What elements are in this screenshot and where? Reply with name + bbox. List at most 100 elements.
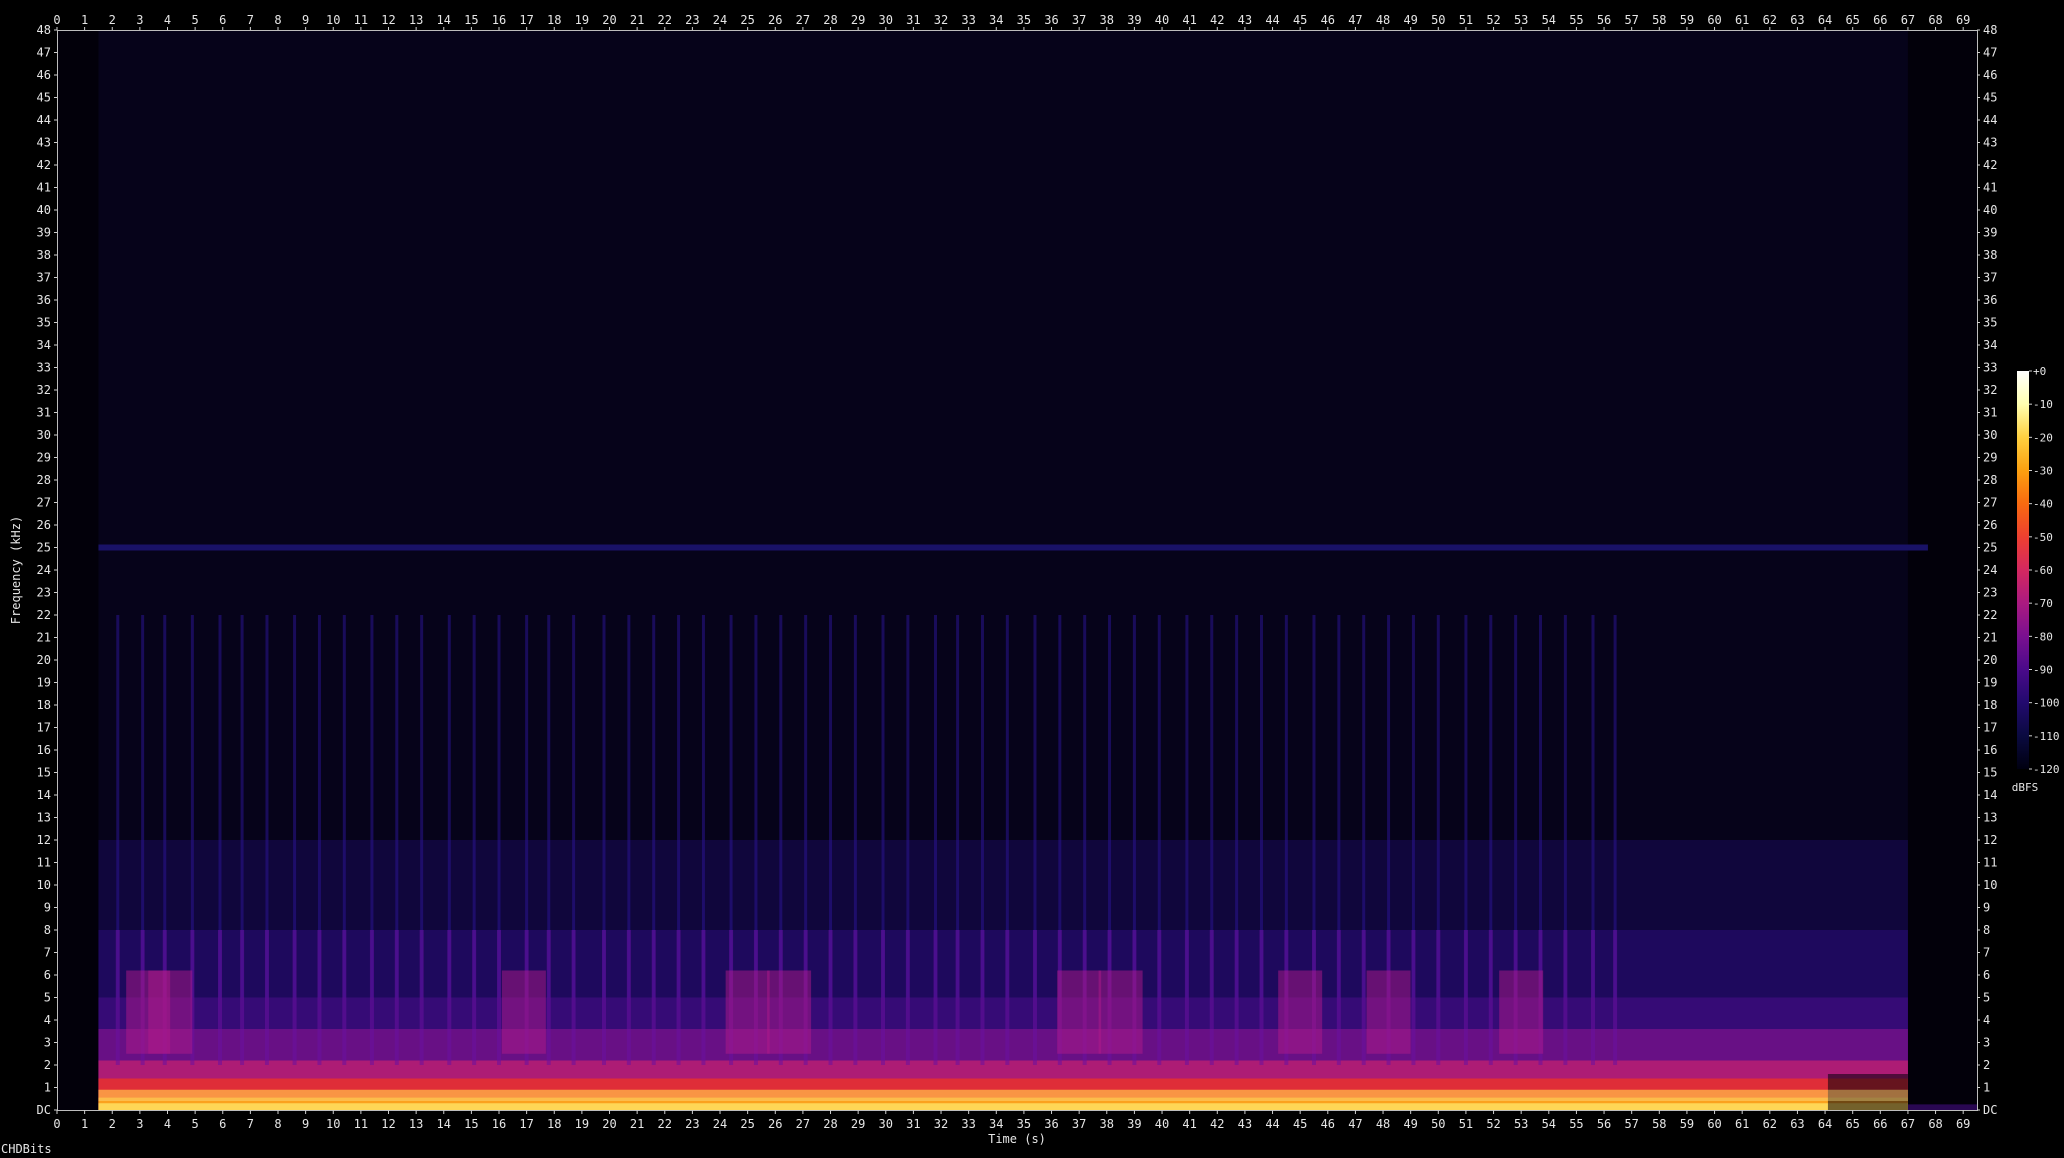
x-tick-label: 24: [713, 13, 727, 27]
x-tick-label: 49: [1403, 13, 1417, 27]
x-tick-label: 27: [796, 1117, 810, 1131]
x-tick-label: 28: [823, 1117, 837, 1131]
x-tick-label: 19: [575, 13, 589, 27]
x-tick-label: 10: [326, 1117, 340, 1131]
y-tick-label: 35: [37, 316, 51, 330]
x-tick-label: 31: [906, 13, 920, 27]
x-tick-label: 36: [1044, 13, 1058, 27]
y-tick-label: 3: [44, 1036, 51, 1050]
y-tick-label: 21: [1983, 631, 1997, 645]
y-tick-label: 34: [1983, 338, 1997, 352]
x-tick-label: 66: [1873, 13, 1887, 27]
x-tick-label: 61: [1735, 1117, 1749, 1131]
y-tick-label: 7: [44, 946, 51, 960]
y-tick-label: 12: [1983, 833, 1997, 847]
onset-body: [1411, 930, 1416, 1065]
x-tick-label: 61: [1735, 13, 1749, 27]
onset-body: [217, 930, 222, 1065]
x-tick-label: 22: [658, 13, 672, 27]
y-tick-label: 35: [1983, 316, 1997, 330]
x-tick-label: 43: [1238, 1117, 1252, 1131]
onset-body: [1563, 930, 1568, 1065]
x-tick-label: 6: [219, 13, 226, 27]
x-tick-label: 8: [274, 13, 281, 27]
x-tick-label: 7: [247, 1117, 254, 1131]
y-tick-label: 42: [1983, 158, 1997, 172]
y-axis-right: DC12345678910111213141516171819202122232…: [1977, 23, 1997, 1117]
y-tick-label: 5: [44, 991, 51, 1005]
onset-body: [853, 930, 858, 1065]
onset-body: [497, 930, 502, 1065]
y-tick-label: 29: [1983, 451, 1997, 465]
onset-body: [933, 930, 938, 1065]
x-tick-label: 64: [1818, 13, 1832, 27]
x-tick-label: 52: [1486, 13, 1500, 27]
x-tick-label: 2: [109, 13, 116, 27]
y-tick-label: 25: [1983, 541, 1997, 555]
onset-body: [394, 930, 399, 1065]
x-tick-label: 55: [1569, 1117, 1583, 1131]
x-tick-label: 18: [547, 1117, 561, 1131]
x-tick-label: 67: [1901, 1117, 1915, 1131]
colorbar-tick-label: -110: [2033, 730, 2060, 743]
y-tick-label: 28: [1983, 473, 1997, 487]
x-tick-label: 38: [1100, 13, 1114, 27]
y-tick-label: 30: [1983, 428, 1997, 442]
x-tick-label: 43: [1238, 13, 1252, 27]
y-tick-label: 37: [37, 271, 51, 285]
y-tick-label: 47: [1983, 46, 1997, 60]
y-tick-label: DC: [37, 1103, 51, 1117]
harmonic-accent: [1366, 970, 1411, 1054]
y-tick-label: 31: [1983, 406, 1997, 420]
x-tick-label: 36: [1044, 1117, 1058, 1131]
colorbar-tick-label: -40: [2033, 498, 2053, 511]
y-tick-label: 20: [37, 653, 51, 667]
x-tick-label: 6: [219, 1117, 226, 1131]
x-tick-label: 48: [1376, 1117, 1390, 1131]
y-tick-label: 21: [37, 631, 51, 645]
y-tick-label: 20: [1983, 653, 1997, 667]
y-tick-label: 43: [1983, 136, 1997, 150]
y-tick-label: 10: [1983, 878, 1997, 892]
fundamental-strip: [98, 1089, 1908, 1101]
x-tick-label: 68: [1928, 1117, 1942, 1131]
harmonic-accent: [501, 970, 546, 1054]
onset-body: [1157, 930, 1162, 1065]
onset-body: [571, 930, 576, 1065]
y-tick-label: 36: [37, 293, 51, 307]
x-tick-label: 14: [437, 13, 451, 27]
onset-body: [342, 930, 347, 1065]
x-tick-label: 18: [547, 13, 561, 27]
x-tick-label: 58: [1652, 1117, 1666, 1131]
x-tick-label: 9: [302, 1117, 309, 1131]
onset-body: [1361, 930, 1366, 1065]
x-tick-label: 41: [1182, 13, 1196, 27]
x-tick-label: 29: [851, 1117, 865, 1131]
y-tick-label: 26: [37, 518, 51, 532]
onset-body: [955, 930, 960, 1065]
onset-body: [1005, 930, 1010, 1065]
x-tick-label: 12: [381, 1117, 395, 1131]
y-tick-label: 32: [37, 383, 51, 397]
y-tick-label: 43: [37, 136, 51, 150]
y-tick-label: 38: [37, 248, 51, 262]
x-tick-label: 28: [823, 13, 837, 27]
y-axis-title: Frequency (kHz): [9, 516, 23, 624]
onset-body: [905, 930, 910, 1065]
x-tick-label: 50: [1431, 13, 1445, 27]
x-tick-label: 12: [381, 13, 395, 27]
x-tick-label: 51: [1459, 1117, 1473, 1131]
x-tick-label: 2: [109, 1117, 116, 1131]
x-tick-label: 69: [1956, 13, 1970, 27]
y-tick-label: 39: [37, 226, 51, 240]
onset-body: [701, 930, 706, 1065]
x-tick-label: 42: [1210, 1117, 1224, 1131]
x-tick-label: 5: [192, 13, 199, 27]
x-tick-label: 44: [1265, 13, 1279, 27]
x-tick-label: 54: [1542, 1117, 1556, 1131]
onset-body: [676, 930, 681, 1065]
y-tick-label: 18: [1983, 698, 1997, 712]
onset-body: [828, 930, 833, 1065]
y-tick-label: 44: [37, 113, 51, 127]
colorbar-tick-label: +0: [2033, 365, 2046, 378]
